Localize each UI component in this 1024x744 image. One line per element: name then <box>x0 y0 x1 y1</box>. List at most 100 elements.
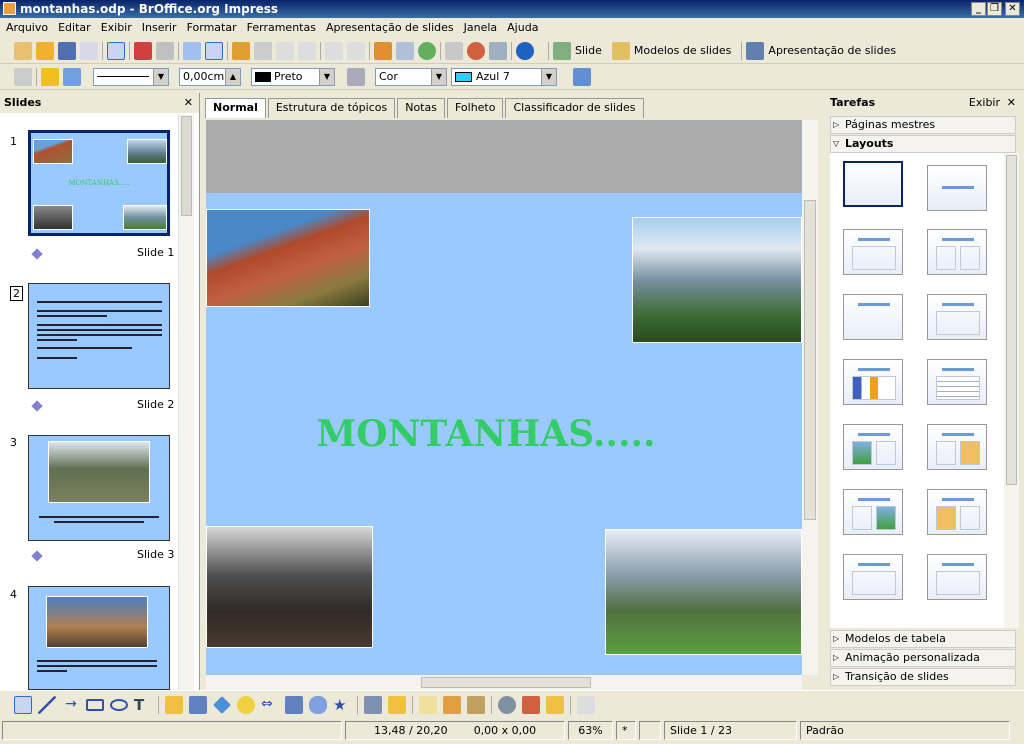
ellipse-icon[interactable] <box>110 698 128 711</box>
layout-blank[interactable] <box>843 161 903 207</box>
export-pdf-icon[interactable] <box>134 41 152 60</box>
fontwork-icon[interactable] <box>419 695 437 714</box>
table-design-section[interactable]: Modelos de tabela <box>830 630 1016 648</box>
view-menu-button[interactable]: Exibir <box>969 93 1000 113</box>
close-tasks-panel-icon[interactable]: ✕ <box>1007 93 1016 113</box>
layouts-scrollbar[interactable] <box>1004 153 1019 628</box>
slide-thumbnail-2[interactable] <box>28 283 170 389</box>
gallery-icon[interactable] <box>467 695 485 714</box>
tab-handout[interactable]: Folheto <box>446 98 504 118</box>
layout-title-table[interactable] <box>927 359 987 405</box>
curve-icon[interactable] <box>165 695 183 714</box>
menu-inserir[interactable]: Inserir <box>138 19 183 38</box>
format-paintbrush-icon[interactable] <box>298 41 316 60</box>
slide-title[interactable]: MONTANHAS..... <box>206 413 766 455</box>
line-style-icon[interactable] <box>41 67 59 86</box>
slide-show-icon[interactable] <box>746 41 765 60</box>
new-icon[interactable] <box>14 41 32 60</box>
from-file-icon[interactable] <box>443 695 461 714</box>
menu-editar[interactable]: Editar <box>54 19 97 38</box>
slide-thumbnail-1[interactable]: MONTANHAS..... <box>28 130 170 236</box>
symbol-shapes-icon[interactable] <box>237 695 255 714</box>
zoom-level[interactable]: 63% <box>568 721 613 740</box>
callouts-icon[interactable] <box>309 695 327 714</box>
minimize-button[interactable]: _ <box>971 2 986 16</box>
position-size-icon[interactable] <box>14 67 32 86</box>
close-button[interactable]: ✕ <box>1005 2 1020 16</box>
arrow-line-icon[interactable]: → <box>62 696 80 714</box>
slide-button[interactable]: Slide <box>575 44 602 57</box>
slide-transition-section[interactable]: Transição de slides <box>830 668 1016 686</box>
layout-text-object[interactable] <box>843 554 903 600</box>
layout-text-clipart[interactable] <box>843 489 903 535</box>
layout-title-content[interactable] <box>843 229 903 275</box>
slide-thumbnail-3[interactable] <box>28 435 170 541</box>
menu-ajuda[interactable]: Ajuda <box>503 19 544 38</box>
edit-mode-icon[interactable] <box>107 41 125 60</box>
layout-title-only[interactable] <box>927 165 987 211</box>
navigator-icon[interactable] <box>467 41 485 60</box>
shadow-icon[interactable] <box>573 67 591 86</box>
tab-notes[interactable]: Notas <box>397 98 445 118</box>
stars-icon[interactable]: ★ <box>333 696 351 714</box>
alignment-icon[interactable] <box>522 695 540 714</box>
vertical-scrollbar[interactable] <box>802 120 818 675</box>
tab-slide-sorter[interactable]: Classificador de slides <box>505 98 644 118</box>
chart-icon[interactable] <box>374 41 392 60</box>
points-icon[interactable] <box>364 695 382 714</box>
menu-arquivo[interactable]: Arquivo <box>2 19 54 38</box>
photo-mountain-village[interactable] <box>605 529 802 655</box>
menu-exibir[interactable]: Exibir <box>97 19 138 38</box>
layout-title-chart[interactable] <box>843 359 903 405</box>
block-arrows-icon[interactable]: ⇔ <box>261 696 279 714</box>
glue-points-icon[interactable] <box>388 695 406 714</box>
line-color-select[interactable]: Preto ▼ <box>251 67 335 86</box>
area-style-icon[interactable] <box>347 67 365 86</box>
horizontal-scrollbar[interactable] <box>206 675 802 690</box>
photo-volcano[interactable] <box>206 526 373 648</box>
grid-icon[interactable] <box>445 41 463 60</box>
spellcheck-icon[interactable] <box>183 41 201 60</box>
display-grid-icon[interactable] <box>418 41 436 60</box>
slide-design-icon[interactable] <box>611 41 630 60</box>
basic-shapes-icon[interactable] <box>213 695 231 714</box>
flowchart-icon[interactable] <box>285 695 303 714</box>
close-slides-panel-icon[interactable]: ✕ <box>184 93 193 113</box>
slides-scrollbar[interactable] <box>178 114 194 690</box>
slide-thumbnail-4[interactable] <box>28 586 170 690</box>
line-width-field[interactable]: 0,00cm ▲ <box>179 67 241 86</box>
layout-title-2content[interactable] <box>927 229 987 275</box>
slide-design-button[interactable]: Modelos de slides <box>634 44 732 57</box>
fill-color-select[interactable]: Azul 7 ▼ <box>451 67 557 86</box>
layout-text-chart[interactable] <box>927 424 987 470</box>
select-icon[interactable] <box>14 695 32 714</box>
layouts-section[interactable]: Layouts <box>830 135 1016 153</box>
email-icon[interactable] <box>80 41 98 60</box>
extrusion-icon[interactable] <box>577 695 595 714</box>
layout-text-chart-2[interactable] <box>927 489 987 535</box>
line-icon[interactable] <box>38 695 56 714</box>
menu-apresentacao[interactable]: Apresentação de slides <box>322 19 460 38</box>
copy-icon[interactable] <box>254 41 272 60</box>
menu-ferramentas[interactable]: Ferramentas <box>243 19 322 38</box>
help-icon[interactable] <box>516 41 534 60</box>
cut-icon[interactable] <box>232 41 250 60</box>
new-slide-icon[interactable] <box>553 41 571 60</box>
print-icon[interactable] <box>156 41 174 60</box>
master-pages-section[interactable]: Páginas mestres <box>830 116 1016 134</box>
layout-clipart-text[interactable] <box>843 424 903 470</box>
tab-normal[interactable]: Normal <box>205 98 266 118</box>
connector-icon[interactable] <box>189 695 207 714</box>
redo-icon[interactable] <box>347 41 365 60</box>
layout-title-only-2[interactable] <box>843 294 903 340</box>
tab-outline[interactable]: Estrutura de tópicos <box>267 98 396 118</box>
layout-4-objects[interactable] <box>927 554 987 600</box>
slide-show-button[interactable]: Apresentação de slides <box>768 44 896 57</box>
menu-janela[interactable]: Janela <box>460 19 504 38</box>
autospellcheck-icon[interactable] <box>205 41 223 60</box>
custom-animation-section[interactable]: Animação personalizada <box>830 649 1016 667</box>
layout-centered[interactable] <box>927 294 987 340</box>
rotate-icon[interactable] <box>498 695 516 714</box>
table-icon[interactable] <box>396 41 414 60</box>
save-icon[interactable] <box>58 41 76 60</box>
